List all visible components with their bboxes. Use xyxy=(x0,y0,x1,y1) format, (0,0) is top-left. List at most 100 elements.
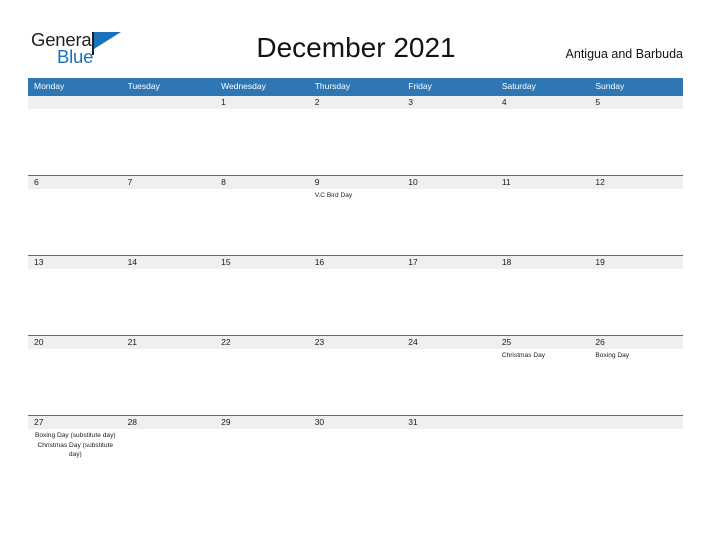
events-area xyxy=(122,189,216,255)
week-row: 6 7 8 9 V.C Bird Day 10 11 12 xyxy=(28,175,683,255)
events-area xyxy=(402,429,496,495)
event-label: Boxing Day (substitute day) xyxy=(34,432,116,439)
day-cell-16[interactable]: 16 xyxy=(308,255,403,335)
date-band: 6 xyxy=(28,175,122,189)
weekday-header-saturday: Saturday xyxy=(501,81,536,91)
date-number: 9 xyxy=(314,177,320,187)
day-cell-27[interactable]: 27 Boxing Day (substitute day) Christmas D… xyxy=(28,415,122,495)
date-band: 25 xyxy=(495,335,590,349)
day-cell-1[interactable]: 1 xyxy=(215,95,309,175)
events-area xyxy=(122,429,216,495)
page-header: General Blue December 2021 Antigua and B… xyxy=(0,0,712,78)
day-cell-13[interactable]: 13 xyxy=(28,255,122,335)
date-band: 11 xyxy=(495,175,590,189)
day-cell-20[interactable]: 20 xyxy=(28,335,122,415)
date-band: 5 xyxy=(589,95,683,109)
date-number: 11 xyxy=(501,177,511,187)
date-band: 26 xyxy=(589,335,683,349)
events-area xyxy=(402,189,496,255)
day-cell-23[interactable]: 23 xyxy=(308,335,403,415)
events-area: V.C Bird Day xyxy=(309,189,403,255)
date-band: 30 xyxy=(308,415,403,429)
day-cell-9[interactable]: 9 V.C Bird Day xyxy=(308,175,403,255)
date-band: 19 xyxy=(589,255,683,269)
events-area xyxy=(215,189,309,255)
week-row: 20 21 22 23 24 25 Christmas Day 26 Boxing Day xyxy=(28,335,683,415)
day-cell-6[interactable]: 6 xyxy=(28,175,122,255)
day-cell-3[interactable]: 3 xyxy=(402,95,496,175)
day-cell-30[interactable]: 30 xyxy=(308,415,403,495)
date-band: 21 xyxy=(121,335,216,349)
day-cell-25[interactable]: 25 Christmas Day xyxy=(495,335,590,415)
day-cell-29[interactable]: 29 xyxy=(215,415,309,495)
events-area: Christmas Day xyxy=(496,349,590,415)
day-cell-17[interactable]: 17 xyxy=(402,255,496,335)
date-band: 2 xyxy=(308,95,403,109)
day-cell-11[interactable]: 11 xyxy=(495,175,590,255)
date-number: 5 xyxy=(595,97,601,107)
events-area xyxy=(215,109,309,175)
events-area xyxy=(309,349,403,415)
date-band: 16 xyxy=(308,255,403,269)
date-number: 25 xyxy=(501,337,512,347)
day-cell-22[interactable]: 22 xyxy=(215,335,309,415)
day-cell-2[interactable]: 2 xyxy=(308,95,403,175)
date-number: 2 xyxy=(314,97,320,107)
date-number: 3 xyxy=(408,97,413,107)
weekday-header-sunday: Sunday xyxy=(595,81,625,91)
day-cell-4[interactable]: 4 xyxy=(495,95,590,175)
events-area xyxy=(215,349,309,415)
weekday-header-thursday: Thursday xyxy=(314,81,351,91)
date-number: 1 xyxy=(221,97,226,107)
calendar-weeks: 1 2 3 4 5 6 7 8 9 V.C Bird Day 10 11 12 13 14 15 16 17 18 1… xyxy=(28,95,683,495)
events-area xyxy=(589,269,683,335)
events-area xyxy=(309,429,403,495)
date-number: 6 xyxy=(34,177,39,187)
day-cell-31[interactable]: 31 xyxy=(402,415,496,495)
date-number: 15 xyxy=(221,257,231,267)
date-band: 1 xyxy=(215,95,309,109)
week-row: 13 14 15 16 17 18 19 xyxy=(28,255,683,335)
day-cell-15[interactable]: 15 xyxy=(215,255,309,335)
events-area xyxy=(589,189,683,255)
day-cell-26[interactable]: 26 Boxing Day xyxy=(589,335,683,415)
day-cell-empty xyxy=(121,95,216,175)
date-number: 16 xyxy=(314,257,325,267)
day-cell-10[interactable]: 10 xyxy=(402,175,496,255)
date-band xyxy=(589,415,683,429)
events-area xyxy=(28,349,122,415)
day-cell-28[interactable]: 28 xyxy=(121,415,216,495)
date-band xyxy=(28,95,122,109)
day-cell-18[interactable]: 18 xyxy=(495,255,590,335)
events-area xyxy=(589,109,683,175)
day-cell-7[interactable]: 7 xyxy=(121,175,216,255)
date-band: 13 xyxy=(28,255,122,269)
date-band: 7 xyxy=(121,175,216,189)
date-number: 20 xyxy=(34,337,44,347)
date-number: 13 xyxy=(34,257,44,267)
date-number: 18 xyxy=(501,257,512,267)
weekday-header-tuesday: Tuesday xyxy=(127,81,160,91)
day-cell-5[interactable]: 5 xyxy=(589,95,683,175)
date-band: 10 xyxy=(402,175,496,189)
date-number: 10 xyxy=(408,177,418,187)
events-area xyxy=(402,109,496,175)
events-area xyxy=(309,269,403,335)
day-cell-8[interactable]: 8 xyxy=(215,175,309,255)
date-band: 31 xyxy=(402,415,496,429)
day-cell-21[interactable]: 21 xyxy=(121,335,216,415)
day-cell-14[interactable]: 14 xyxy=(121,255,216,335)
date-band: 20 xyxy=(28,335,122,349)
date-number: 24 xyxy=(408,337,418,347)
day-cell-19[interactable]: 19 xyxy=(589,255,683,335)
date-band: 4 xyxy=(495,95,590,109)
date-number: 26 xyxy=(595,337,605,347)
date-band: 29 xyxy=(215,415,309,429)
day-cell-empty xyxy=(495,415,590,495)
weekday-header-friday: Friday xyxy=(408,81,432,91)
date-number: 29 xyxy=(221,417,231,427)
events-area: Boxing Day (substitute day) Christmas Day… xyxy=(28,429,122,495)
day-cell-24[interactable]: 24 xyxy=(402,335,496,415)
day-cell-12[interactable]: 12 xyxy=(589,175,683,255)
event-label: Christmas Day xyxy=(501,352,546,359)
